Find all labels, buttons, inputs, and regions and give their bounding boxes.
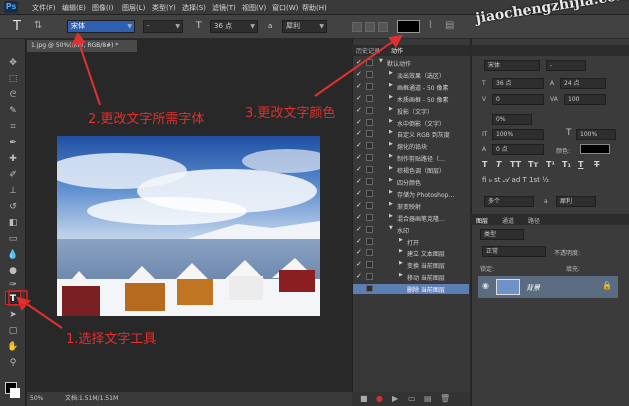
arrow-step2-head	[71, 32, 86, 46]
arrow-step3-head	[388, 34, 403, 48]
arrow-step1	[23, 301, 63, 329]
annotation-step2: 2.更改文字所需字体	[88, 112, 205, 127]
annotation-step3: 3.更改文字颜色	[245, 106, 336, 121]
arrow-step2	[77, 39, 101, 106]
annotation-step1: 1.选择文字工具	[66, 332, 157, 347]
arrow-step3	[314, 39, 396, 97]
